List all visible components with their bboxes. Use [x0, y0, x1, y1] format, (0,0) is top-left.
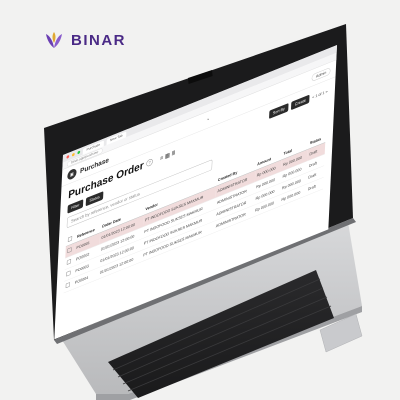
- create-button[interactable]: Create: [291, 94, 310, 110]
- close-window-icon[interactable]: [66, 154, 70, 159]
- pagination[interactable]: < 1 of 1 >: [312, 89, 328, 100]
- row-checkbox[interactable]: [63, 277, 74, 294]
- view-switcher[interactable]: ≡ ▦ Ⅲ: [160, 149, 176, 162]
- sort-button[interactable]: Sort By: [268, 102, 289, 119]
- maximize-window-icon[interactable]: [77, 150, 81, 155]
- bell-icon[interactable]: ◔: [206, 117, 209, 123]
- help-icon[interactable]: ?: [146, 157, 153, 168]
- minimize-window-icon[interactable]: [71, 152, 75, 157]
- app-logo-icon[interactable]: ▣: [67, 167, 77, 181]
